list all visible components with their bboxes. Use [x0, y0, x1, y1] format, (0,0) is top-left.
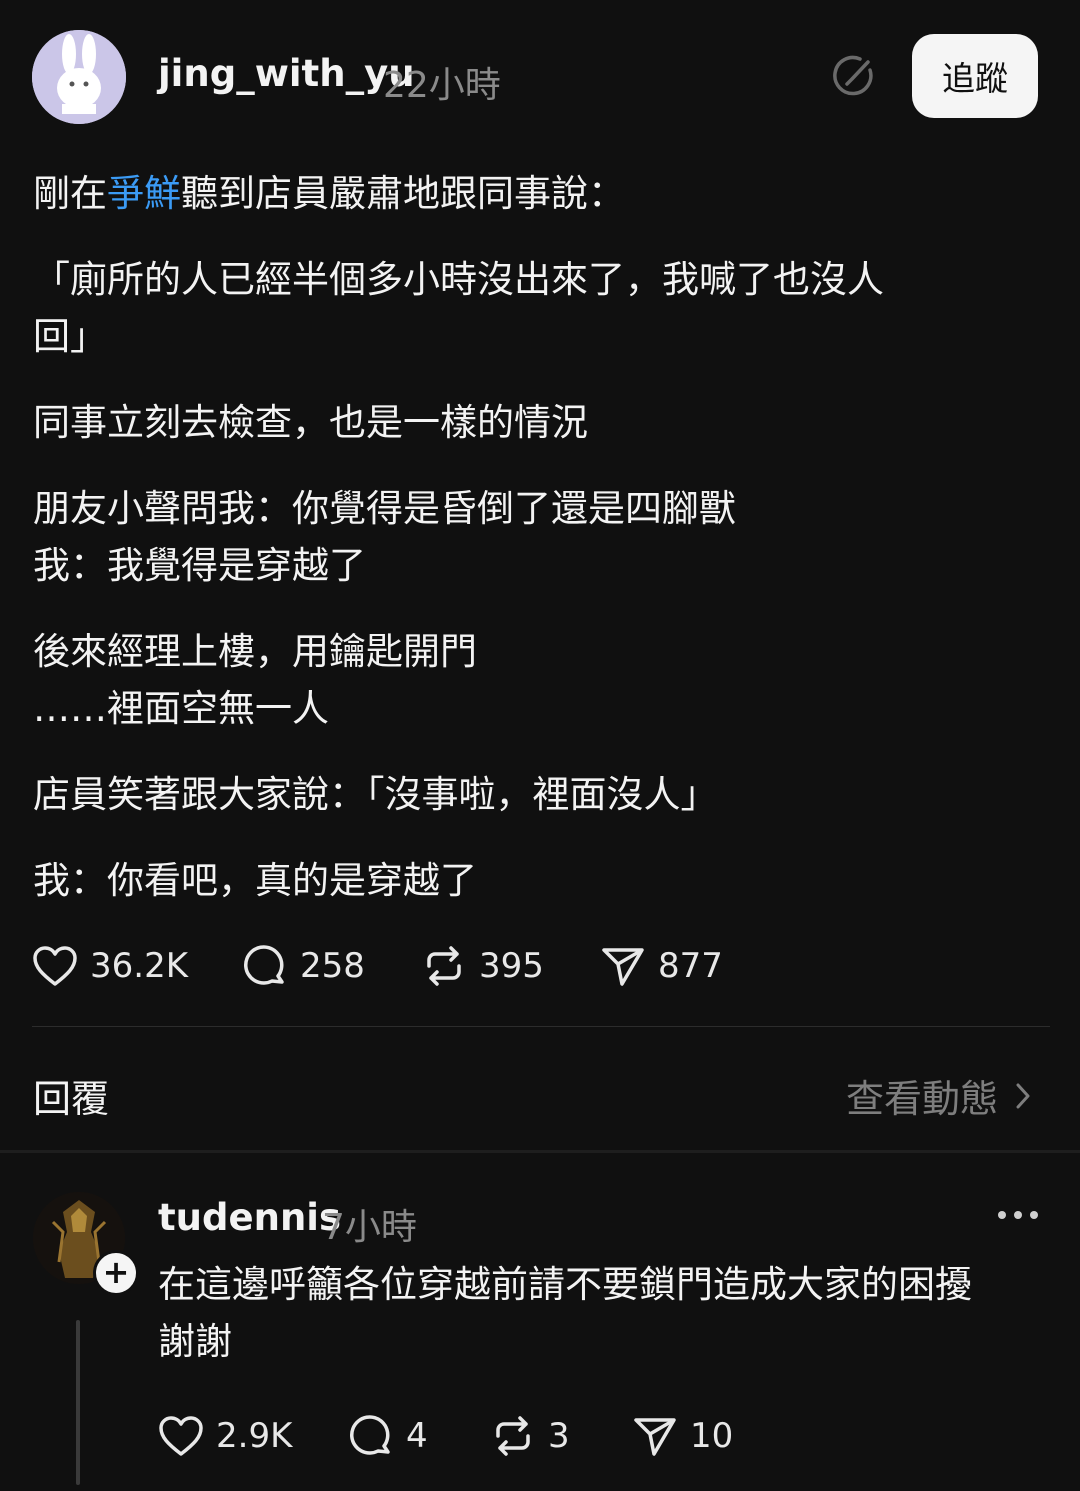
post-line-4a: 朋友小聲問我：你覺得是昏倒了還是四腳獸 [33, 487, 736, 530]
edit-icon[interactable] [832, 54, 876, 98]
like-button[interactable]: 36.2K [32, 944, 188, 988]
section-divider [0, 1150, 1080, 1153]
reply-repost-count: 3 [548, 1416, 570, 1456]
chevron-right-icon [1016, 1083, 1030, 1108]
reply-like-button[interactable]: 2.9K [158, 1414, 292, 1458]
post-line-4b: 我：我覺得是穿越了 [33, 544, 366, 587]
hashtag-link[interactable]: 爭鮮 [107, 172, 181, 215]
post-text: 剛在 [33, 172, 107, 215]
post-line-7: 我：你看吧，真的是穿越了 [33, 859, 477, 902]
follow-button[interactable]: 追蹤 [912, 34, 1038, 118]
like-count: 36.2K [90, 946, 188, 986]
reply-username[interactable]: tudennis [158, 1196, 341, 1239]
heart-icon [159, 1416, 203, 1456]
comment-count: 258 [300, 946, 365, 986]
heart-icon [33, 946, 77, 986]
post-line-5a: 後來經理上樓，用鑰匙開門 [33, 630, 477, 673]
reply-line-1: 在這邊呼籲各位穿越前請不要鎖門造成大家的困擾 [158, 1263, 972, 1306]
repost-count: 395 [479, 946, 544, 986]
comment-bubble-icon [350, 1415, 390, 1455]
send-icon [634, 1418, 676, 1456]
view-activity-link[interactable]: 查看動態 [846, 1068, 1038, 1123]
reply-repost-button[interactable]: 3 [490, 1414, 570, 1458]
view-activity-label: 查看動態 [846, 1077, 999, 1121]
thread-line [76, 1320, 80, 1485]
replies-label: 回覆 [33, 1077, 110, 1121]
post-line-2b: 回」 [33, 315, 107, 358]
plus-icon[interactable]: + [93, 1250, 139, 1296]
repost-icon [496, 1416, 530, 1456]
reply-share-button[interactable]: 10 [632, 1414, 733, 1458]
repost-icon [427, 946, 461, 986]
post-line-5b: ……裡面空無一人 [33, 687, 329, 730]
post-line-6: 店員笑著跟大家說：「沒事啦，裡面沒人」 [33, 773, 718, 816]
post-time: 22小時 [383, 65, 501, 106]
share-button[interactable]: 877 [600, 944, 723, 988]
comment-button[interactable]: 258 [242, 944, 365, 988]
repost-button[interactable]: 395 [421, 944, 544, 988]
reply-like-count: 2.9K [216, 1416, 293, 1456]
post-line-1: 剛在爭鮮聽到店員嚴肅地跟同事說： [33, 165, 625, 222]
divider [32, 1026, 1050, 1027]
post-line-2a: 「廁所的人已經半個多小時沒出來了，我喊了也沒人 [33, 258, 884, 301]
author-username[interactable]: jing_with_yu [158, 52, 415, 95]
share-count: 877 [658, 946, 723, 986]
bunny-avatar-image [32, 30, 126, 124]
send-icon [602, 948, 644, 986]
reply-share-count: 10 [690, 1416, 734, 1456]
comment-bubble-icon [244, 945, 284, 985]
post-line-3: 同事立刻去檢查，也是一樣的情況 [33, 401, 588, 444]
reply-line-2: 謝謝 [158, 1320, 232, 1363]
reply-comment-count: 4 [406, 1416, 428, 1456]
author-avatar[interactable] [32, 30, 126, 124]
post-text: 聽到店員嚴肅地跟同事說： [181, 172, 625, 215]
reply-comment-button[interactable]: 4 [348, 1414, 428, 1458]
more-icon[interactable] [996, 1200, 1040, 1230]
reply-time: 7小時 [322, 1207, 417, 1248]
